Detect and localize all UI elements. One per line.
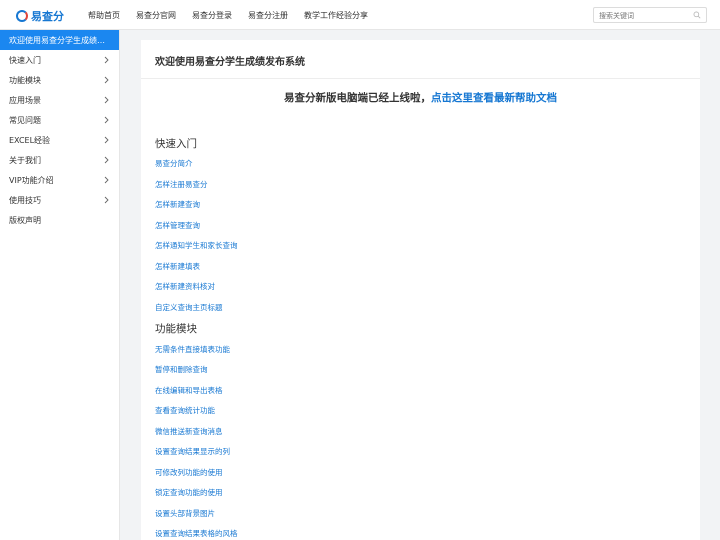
article-link[interactable]: 自定义查询主页标题	[155, 302, 223, 313]
article-link[interactable]: 设置头部背景图片	[155, 508, 215, 519]
sidebar-item-excel[interactable]: EXCEL经验	[0, 130, 119, 150]
sidebar-item-about[interactable]: 关于我们	[0, 150, 119, 170]
article-link[interactable]: 怎样注册易查分	[155, 179, 208, 190]
chevron-right-icon	[104, 116, 109, 124]
sidebar-item-vip[interactable]: VIP功能介绍	[0, 170, 119, 190]
sidebar-item-modules[interactable]: 功能模块	[0, 70, 119, 90]
page-title: 欢迎使用易查分学生成绩发布系统	[155, 57, 305, 68]
search-box	[593, 7, 707, 23]
title-divider	[141, 78, 700, 79]
nav-register[interactable]: 易查分注册	[248, 10, 288, 21]
article-link[interactable]: 怎样新建填表	[155, 261, 200, 272]
sidebar-item-label: 欢迎使用易查分学生成绩发布...	[9, 35, 111, 45]
logo-text: 易查分	[31, 10, 64, 23]
article-link[interactable]: 怎样新建查询	[155, 199, 200, 210]
chevron-right-icon	[104, 56, 109, 64]
sidebar-item-welcome[interactable]: 欢迎使用易查分学生成绩发布...	[0, 30, 119, 50]
chevron-right-icon	[104, 156, 109, 164]
sidebar-item-label: 功能模块	[9, 75, 41, 85]
article-link[interactable]: 设置查询结果显示的列	[155, 446, 230, 457]
chevron-right-icon	[104, 196, 109, 204]
sidebar-item-faq[interactable]: 常见问题	[0, 110, 119, 130]
new-help-docs-link[interactable]: 点击这里查看最新帮助文档	[431, 92, 557, 104]
logo-icon	[16, 10, 28, 22]
article-link[interactable]: 易查分简介	[155, 158, 193, 169]
chevron-right-icon	[104, 76, 109, 84]
content-card: 欢迎使用易查分学生成绩发布系统 易查分新版电脑端已经上线啦，点击这里查看最新帮助…	[141, 40, 700, 540]
sidebar-item-scenarios[interactable]: 应用场景	[0, 90, 119, 110]
sidebar-item-label: 快速入门	[9, 55, 41, 65]
section-title-quick-start: 快速入门	[155, 138, 197, 150]
sidebar-item-label: 应用场景	[9, 95, 41, 105]
chevron-right-icon	[104, 176, 109, 184]
article-link[interactable]: 无需条件直接填表功能	[155, 344, 230, 355]
chevron-right-icon	[104, 96, 109, 104]
section-title-modules: 功能模块	[155, 323, 197, 335]
nav-help-home[interactable]: 帮助首页	[88, 10, 120, 21]
nav-login[interactable]: 易查分登录	[192, 10, 232, 21]
notice-text: 易查分新版电脑端已经上线啦，	[284, 92, 431, 104]
article-link[interactable]: 怎样新建资料核对	[155, 281, 215, 292]
sidebar-item-label: 常见问题	[9, 115, 41, 125]
sidebar-item-label: VIP功能介绍	[9, 175, 54, 185]
article-link[interactable]: 锁定查询功能的使用	[155, 487, 223, 498]
top-nav: 帮助首页 易查分官网 易查分登录 易查分注册 教学工作经验分享	[80, 0, 376, 30]
nav-teaching-experience[interactable]: 教学工作经验分享	[304, 10, 368, 21]
article-link[interactable]: 微信推送新查询消息	[155, 426, 223, 437]
sidebar-item-label: 版权声明	[9, 215, 41, 225]
article-link[interactable]: 设置查询结果表格的风格	[155, 528, 238, 539]
update-notice: 易查分新版电脑端已经上线啦，点击这里查看最新帮助文档	[141, 90, 700, 105]
search-input[interactable]	[599, 11, 691, 20]
article-link[interactable]: 怎样通知学生和家长查询	[155, 240, 238, 251]
logo[interactable]: 易查分	[16, 8, 64, 24]
sidebar-item-tips[interactable]: 使用技巧	[0, 190, 119, 210]
sidebar-item-quick-start[interactable]: 快速入门	[0, 50, 119, 70]
search-icon[interactable]	[693, 11, 701, 19]
article-link[interactable]: 可修改列功能的使用	[155, 467, 223, 478]
sidebar-item-label: 使用技巧	[9, 195, 41, 205]
sidebar-item-label: 关于我们	[9, 155, 41, 165]
sidebar-item-label: EXCEL经验	[9, 135, 51, 145]
sidebar-item-copyright[interactable]: 版权声明	[0, 210, 119, 230]
article-link[interactable]: 在线编辑和导出表格	[155, 385, 223, 396]
article-link[interactable]: 查看查询统计功能	[155, 405, 215, 416]
top-header: 易查分 帮助首页 易查分官网 易查分登录 易查分注册 教学工作经验分享	[0, 0, 720, 30]
sidebar: 欢迎使用易查分学生成绩发布... 快速入门 功能模块 应用场景 常见问题 EXC…	[0, 30, 120, 540]
article-link[interactable]: 怎样管理查询	[155, 220, 200, 231]
article-link[interactable]: 暂停和删除查询	[155, 364, 208, 375]
nav-official-site[interactable]: 易查分官网	[136, 10, 176, 21]
chevron-right-icon	[104, 136, 109, 144]
